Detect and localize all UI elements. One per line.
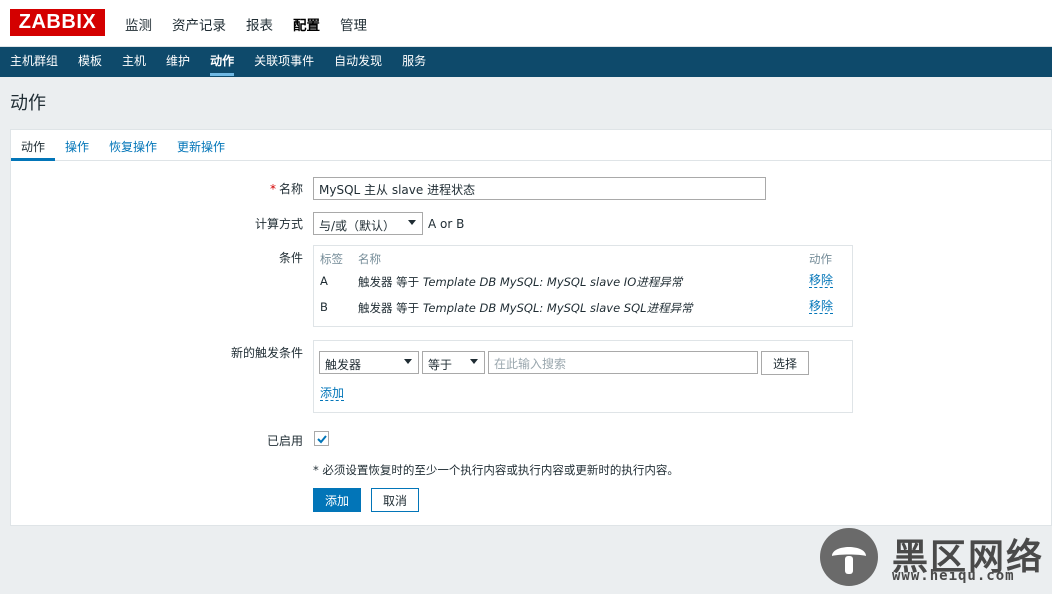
menu-administration[interactable]: 管理 <box>340 14 367 34</box>
subnav-discovery[interactable]: 自动发现 <box>334 47 382 77</box>
condition-a-tag: A <box>320 274 328 288</box>
condition-type-select[interactable]: 触发器 <box>319 351 419 374</box>
top-header: ZABBIX 监测 资产记录 报表 配置 管理 <box>0 0 1052 47</box>
action-form-panel: 动作 操作 恢复操作 更新操作 * 名称 MySQL 主从 slave 进程状态 … <box>10 129 1052 526</box>
zabbix-logo[interactable]: ZABBIX <box>10 9 105 36</box>
calculation-expression: A or B <box>428 217 465 231</box>
condition-b-value: Template DB MySQL: MySQL slave SQL进程异常 <box>422 301 693 315</box>
calculation-label: 计算方式 <box>254 217 303 231</box>
subnav-maintenance[interactable]: 维护 <box>166 47 190 77</box>
menu-inventory[interactable]: 资产记录 <box>172 14 226 34</box>
conditions-table: 标签 名称 动作 A 触发器 等于 Template DB MySQL: MyS… <box>313 245 853 327</box>
watermark-logo-icon <box>820 528 878 586</box>
name-label-text: 名称 <box>278 182 303 196</box>
subnav-services[interactable]: 服务 <box>402 47 426 77</box>
menu-monitoring[interactable]: 监测 <box>125 14 152 34</box>
condition-b-prefix: 触发器 等于 <box>358 301 423 315</box>
chevron-down-icon <box>408 220 416 225</box>
add-button[interactable]: 添加 <box>313 488 361 512</box>
watermark-url: www.heiqu.com <box>892 568 1015 584</box>
condition-a-name: 触发器 等于 Template DB MySQL: MySQL slave IO… <box>358 274 682 290</box>
cancel-button[interactable]: 取消 <box>371 488 419 512</box>
conditions-header-name: 名称 <box>358 252 381 266</box>
subnav-hosts[interactable]: 主机 <box>122 47 146 77</box>
tab-operations[interactable]: 操作 <box>65 138 89 155</box>
watermark: 黑区网络 www.heiqu.com <box>820 528 1052 592</box>
name-input[interactable]: MySQL 主从 slave 进程状态 <box>313 177 766 200</box>
remove-condition-a-link[interactable]: 移除 <box>809 274 834 288</box>
sub-navigation: 主机群组 模板 主机 维护 动作 关联项事件 自动发现 服务 <box>0 47 1052 77</box>
calculation-select[interactable]: 与/或（默认） <box>313 212 423 235</box>
conditions-header-action: 动作 <box>809 252 832 266</box>
condition-a-prefix: 触发器 等于 <box>358 275 423 289</box>
calculation-select-value: 与/或（默认） <box>319 219 396 233</box>
select-button[interactable]: 选择 <box>761 351 809 375</box>
mushroom-icon <box>832 547 866 574</box>
new-condition-label: 新的触发条件 <box>230 346 303 360</box>
enabled-checkbox[interactable] <box>314 431 329 446</box>
tab-action[interactable]: 动作 <box>10 138 56 161</box>
checkmark-icon <box>317 435 327 444</box>
subnav-actions[interactable]: 动作 <box>210 47 235 77</box>
condition-search-input[interactable]: 在此输入搜索 <box>488 351 758 374</box>
add-condition-link[interactable]: 添加 <box>320 387 345 401</box>
condition-a-value: Template DB MySQL: MySQL slave IO进程异常 <box>422 275 683 289</box>
page-title: 动作 <box>10 93 46 114</box>
conditions-header-tag: 标签 <box>320 252 343 266</box>
chevron-down-icon <box>404 359 412 364</box>
condition-type-value: 触发器 <box>325 358 362 372</box>
conditions-label: 条件 <box>278 251 303 265</box>
subnav-event-correlation[interactable]: 关联项事件 <box>254 47 314 77</box>
new-condition-box: 触发器 等于 在此输入搜索 选择 添加 <box>313 340 853 413</box>
main-menu: 监测 资产记录 报表 配置 管理 <box>125 14 387 34</box>
menu-reports[interactable]: 报表 <box>246 14 273 34</box>
subnav-templates[interactable]: 模板 <box>78 47 102 77</box>
condition-operator-select[interactable]: 等于 <box>422 351 485 374</box>
chevron-down-icon <box>470 359 478 364</box>
condition-b-name: 触发器 等于 Template DB MySQL: MySQL slave SQ… <box>358 300 693 316</box>
required-mark: * <box>269 182 276 196</box>
tab-update-operations[interactable]: 更新操作 <box>177 138 225 155</box>
menu-configuration[interactable]: 配置 <box>293 14 320 34</box>
subnav-host-groups[interactable]: 主机群组 <box>10 47 58 77</box>
condition-operator-value: 等于 <box>428 358 453 372</box>
condition-b-tag: B <box>320 300 328 314</box>
name-label: * 名称 <box>103 180 303 197</box>
required-note: * 必须设置恢复时的至少一个执行内容或执行内容或更新时的执行内容。 <box>313 463 679 477</box>
form-tabs: 动作 操作 恢复操作 更新操作 <box>10 130 1052 161</box>
remove-condition-b-link[interactable]: 移除 <box>809 300 834 314</box>
enabled-label: 已启用 <box>266 434 303 448</box>
tab-recovery-operations[interactable]: 恢复操作 <box>109 138 157 155</box>
